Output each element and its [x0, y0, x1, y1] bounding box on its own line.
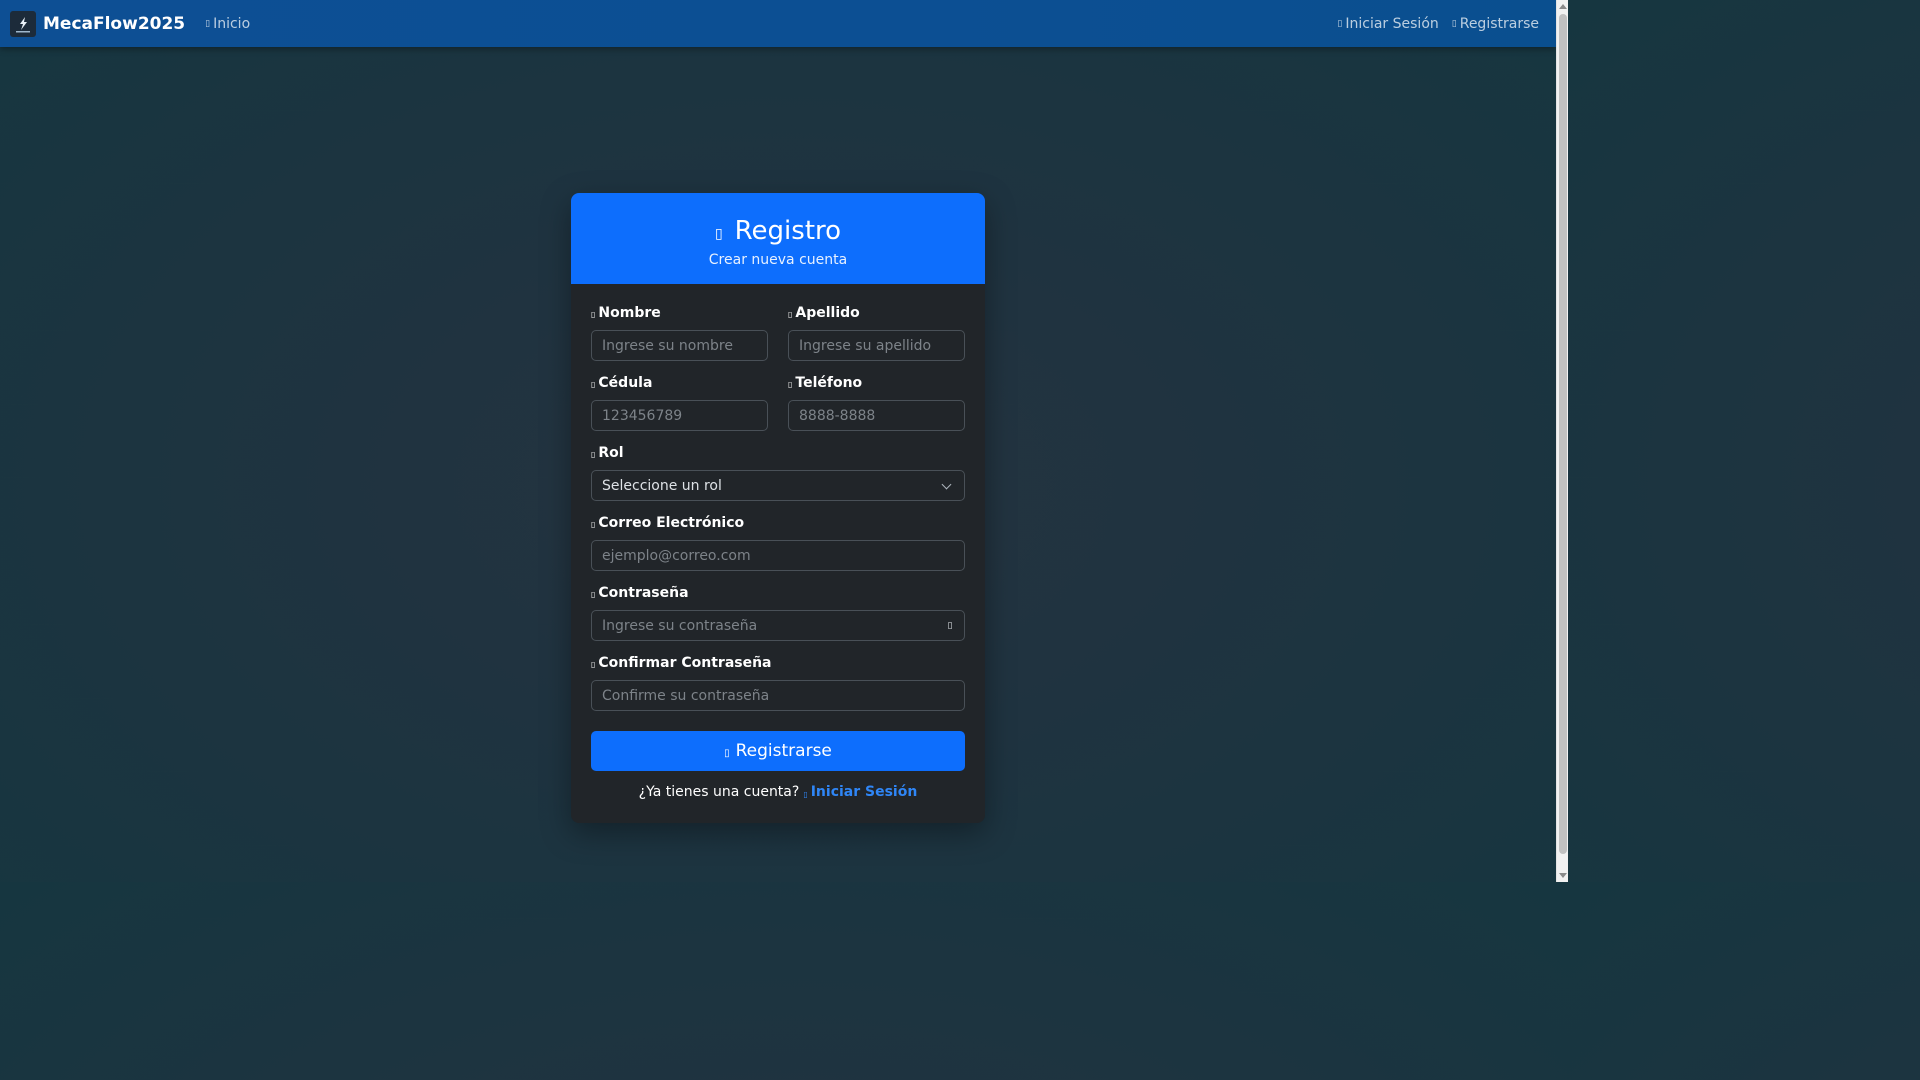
- apellido-label-text: Apellido: [795, 305, 860, 321]
- brand-logo-icon: [10, 10, 36, 37]
- envelope-icon: ▯: [591, 520, 596, 529]
- correo-input[interactable]: [591, 540, 965, 571]
- nav-link-inicio[interactable]: ▯ Inicio: [205, 16, 250, 32]
- correo-label-text: Correo Electrónico: [598, 515, 745, 531]
- register-card-header: ▯ Registro Crear nueva cuenta: [571, 193, 985, 284]
- nombre-label: ▯ Nombre: [591, 305, 661, 321]
- nav-link-iniciar-sesion-label: Iniciar Sesión: [1345, 15, 1439, 32]
- rol-label: ▯ Rol: [591, 445, 624, 461]
- contrasena-label-text: Contraseña: [598, 585, 689, 601]
- nav-right-group: ▯ Iniciar Sesión ▯ Registrarse: [1337, 16, 1546, 32]
- cedula-label: ▯ Cédula: [591, 375, 652, 391]
- nombre-input[interactable]: [591, 330, 768, 361]
- chevron-down-icon: [941, 479, 952, 490]
- contrasena-input[interactable]: [591, 610, 965, 641]
- id-card-icon: ▯: [591, 380, 596, 389]
- scroll-up-arrow-icon[interactable]: [1559, 4, 1567, 9]
- cedula-label-text: Cédula: [598, 375, 653, 391]
- rol-select[interactable]: Seleccione un rol: [591, 470, 965, 501]
- telefono-label: ▯ Teléfono: [788, 375, 862, 391]
- confirmar-label: ▯ Confirmar Contraseña: [591, 655, 772, 671]
- login-icon: ▯: [803, 789, 808, 799]
- confirmar-label-text: Confirmar Contraseña: [598, 655, 772, 671]
- telefono-input[interactable]: [788, 400, 965, 431]
- register-card: ▯ Registro Crear nueva cuenta ▯ Nombre ▯…: [571, 193, 985, 823]
- nav-link-registrarse-label: Registrarse: [1459, 15, 1539, 32]
- top-navbar: MecaFlow2025 ▯ Inicio ▯ Iniciar Sesión ▯…: [0, 0, 1556, 47]
- rol-label-text: Rol: [598, 445, 624, 461]
- telefono-label-text: Teléfono: [795, 375, 863, 391]
- user-icon: ▯: [788, 310, 793, 319]
- rol-select-value: Seleccione un rol: [602, 477, 722, 494]
- show-password-eye-icon[interactable]: ▯: [942, 618, 958, 634]
- login-icon: ▯: [1337, 18, 1343, 29]
- page-title-text: Registro: [734, 216, 842, 246]
- nombre-label-text: Nombre: [598, 305, 661, 321]
- nav-link-inicio-label: Inicio: [213, 15, 251, 32]
- role-icon: ▯: [591, 450, 596, 459]
- user-icon: ▯: [591, 310, 596, 319]
- lock-icon: ▯: [591, 590, 596, 599]
- register-submit-button[interactable]: ▯ Registrarse: [591, 731, 965, 771]
- page-scrollbar[interactable]: [1556, 0, 1568, 882]
- login-link[interactable]: ▯ Iniciar Sesión: [803, 784, 917, 800]
- login-link-label: Iniciar Sesión: [810, 784, 918, 800]
- nav-link-iniciar-sesion[interactable]: ▯ Iniciar Sesión: [1337, 16, 1438, 32]
- user-plus-icon: ▯: [1451, 18, 1457, 29]
- login-prompt-text: ¿Ya tienes una cuenta?: [638, 784, 800, 800]
- nav-link-registrarse[interactable]: ▯ Registrarse: [1452, 16, 1539, 32]
- user-plus-icon: ▯: [714, 226, 723, 242]
- brand-link[interactable]: MecaFlow2025: [10, 10, 186, 37]
- register-submit-label: Registrarse: [735, 741, 832, 761]
- brand-name: MecaFlow2025: [43, 13, 186, 34]
- login-prompt: ¿Ya tienes una cuenta? ▯ Iniciar Sesión: [571, 784, 985, 800]
- apellido-label: ▯ Apellido: [788, 305, 860, 321]
- apellido-input[interactable]: [788, 330, 965, 361]
- page-title: ▯ Registro: [571, 213, 985, 249]
- phone-icon: ▯: [788, 380, 793, 389]
- lock-icon: ▯: [591, 660, 596, 669]
- scroll-thumb[interactable]: [1559, 14, 1567, 854]
- user-plus-icon: ▯: [724, 747, 730, 759]
- correo-label: ▯ Correo Electrónico: [591, 515, 744, 531]
- scroll-down-arrow-icon[interactable]: [1559, 873, 1567, 878]
- page-subtitle: Crear nueva cuenta: [708, 252, 848, 268]
- confirmar-input[interactable]: [591, 680, 965, 711]
- house-icon: ▯: [205, 18, 211, 29]
- contrasena-label: ▯ Contraseña: [591, 585, 689, 601]
- cedula-input[interactable]: [591, 400, 768, 431]
